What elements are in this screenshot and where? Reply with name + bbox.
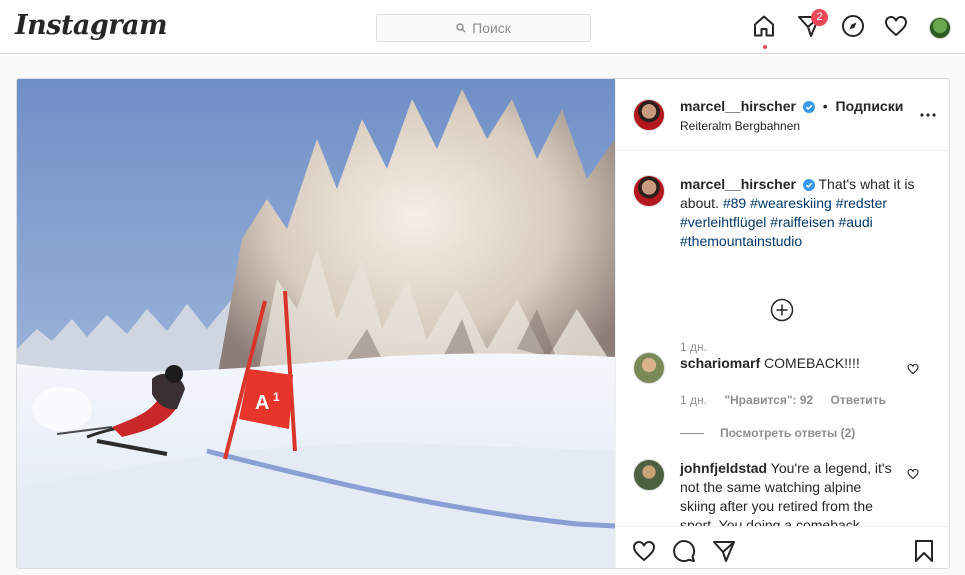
author-username[interactable]: marcel__hirscher xyxy=(680,98,796,114)
post-caption: marcel__hirscher That's what it is about… xyxy=(680,175,920,251)
hashtag-link[interactable]: #verleihtflügel xyxy=(680,214,766,230)
caption-username[interactable]: marcel__hirscher xyxy=(680,176,796,192)
top-navigation-bar: Instagram Поиск 2 xyxy=(0,0,965,54)
search-placeholder: Поиск xyxy=(472,20,511,36)
post-card: A 1 marcel__hirscher • Подписки Reiteral… xyxy=(16,78,950,569)
commenter-avatar[interactable] xyxy=(633,459,665,491)
post-header: marcel__hirscher • Подписки Reiteralm Be… xyxy=(616,79,949,151)
comment-item: schariomarf COMEBACK!!!! xyxy=(680,354,900,373)
comment-bubble-icon[interactable] xyxy=(672,539,696,563)
save-bookmark-icon[interactable] xyxy=(912,539,936,563)
hashtag-link[interactable]: #themountainstudio xyxy=(680,233,802,249)
verified-badge-icon xyxy=(802,179,815,191)
following-button[interactable]: Подписки xyxy=(836,98,904,114)
active-indicator xyxy=(763,45,767,49)
hashtag-link[interactable]: #audi xyxy=(839,214,873,230)
comments-scroll-area[interactable]: marcel__hirscher That's what it is about… xyxy=(616,152,949,526)
replies-divider xyxy=(680,432,704,434)
comment-username[interactable]: johnfjeldstad xyxy=(680,460,767,476)
activity-button[interactable] xyxy=(884,14,908,38)
direct-button[interactable]: 2 xyxy=(797,9,828,38)
reply-button[interactable]: Ответить xyxy=(831,393,886,407)
explore-button[interactable] xyxy=(841,14,865,38)
view-replies-button[interactable]: Посмотреть ответы (2) xyxy=(680,426,855,440)
search-icon xyxy=(456,23,466,33)
verified-badge-icon xyxy=(802,101,815,113)
post-actions-bar xyxy=(616,526,949,568)
comment-like-heart-icon[interactable] xyxy=(907,363,919,375)
heart-icon xyxy=(885,16,907,36)
skiing-scene-image: A 1 xyxy=(17,79,615,568)
more-options-icon[interactable] xyxy=(920,113,936,117)
view-replies-label: Посмотреть ответы (2) xyxy=(720,426,856,440)
post-location[interactable]: Reiteralm Bergbahnen xyxy=(680,119,800,133)
comment-item: johnfjeldstad You're a legend, it's not … xyxy=(680,459,900,526)
author-line: marcel__hirscher • Подписки xyxy=(680,98,903,114)
caption-avatar[interactable] xyxy=(633,175,665,207)
post-side-panel: marcel__hirscher • Подписки Reiteralm Be… xyxy=(615,79,949,568)
compass-icon xyxy=(842,15,864,37)
commenter-avatar[interactable] xyxy=(633,352,665,384)
home-icon xyxy=(754,15,774,37)
follow-separator: • xyxy=(822,98,828,114)
like-heart-icon[interactable] xyxy=(632,539,656,563)
svg-text:1: 1 xyxy=(273,390,280,404)
hashtag-link[interactable]: #redster xyxy=(836,195,887,211)
comment-text: COMEBACK!!!! xyxy=(764,355,860,371)
author-avatar[interactable] xyxy=(633,99,665,131)
comment-meta: 1 дн. "Нравится": 92 Ответить xyxy=(680,393,900,407)
instagram-logo[interactable]: Instagram xyxy=(15,10,168,41)
share-direct-icon[interactable] xyxy=(712,539,736,563)
comment-like-heart-icon[interactable] xyxy=(907,468,919,480)
home-button[interactable] xyxy=(752,14,776,49)
direct-unread-badge: 2 xyxy=(811,9,828,26)
comment-username[interactable]: schariomarf xyxy=(680,355,760,371)
hashtag-link[interactable]: #89 xyxy=(723,195,746,211)
comment-time: 1 дн. xyxy=(680,393,707,407)
search-input[interactable]: Поиск xyxy=(376,14,591,42)
svg-text:A: A xyxy=(255,392,269,414)
load-more-comments-icon[interactable] xyxy=(770,298,794,322)
hashtag-link[interactable]: #raiffeisen xyxy=(770,214,834,230)
post-video[interactable]: A 1 xyxy=(17,79,615,568)
caption-time: 1 дн. xyxy=(680,340,707,354)
comment-likes[interactable]: "Нравится": 92 xyxy=(724,393,813,407)
hashtag-link[interactable]: #weareskiing xyxy=(750,195,832,211)
profile-avatar[interactable] xyxy=(929,17,951,39)
